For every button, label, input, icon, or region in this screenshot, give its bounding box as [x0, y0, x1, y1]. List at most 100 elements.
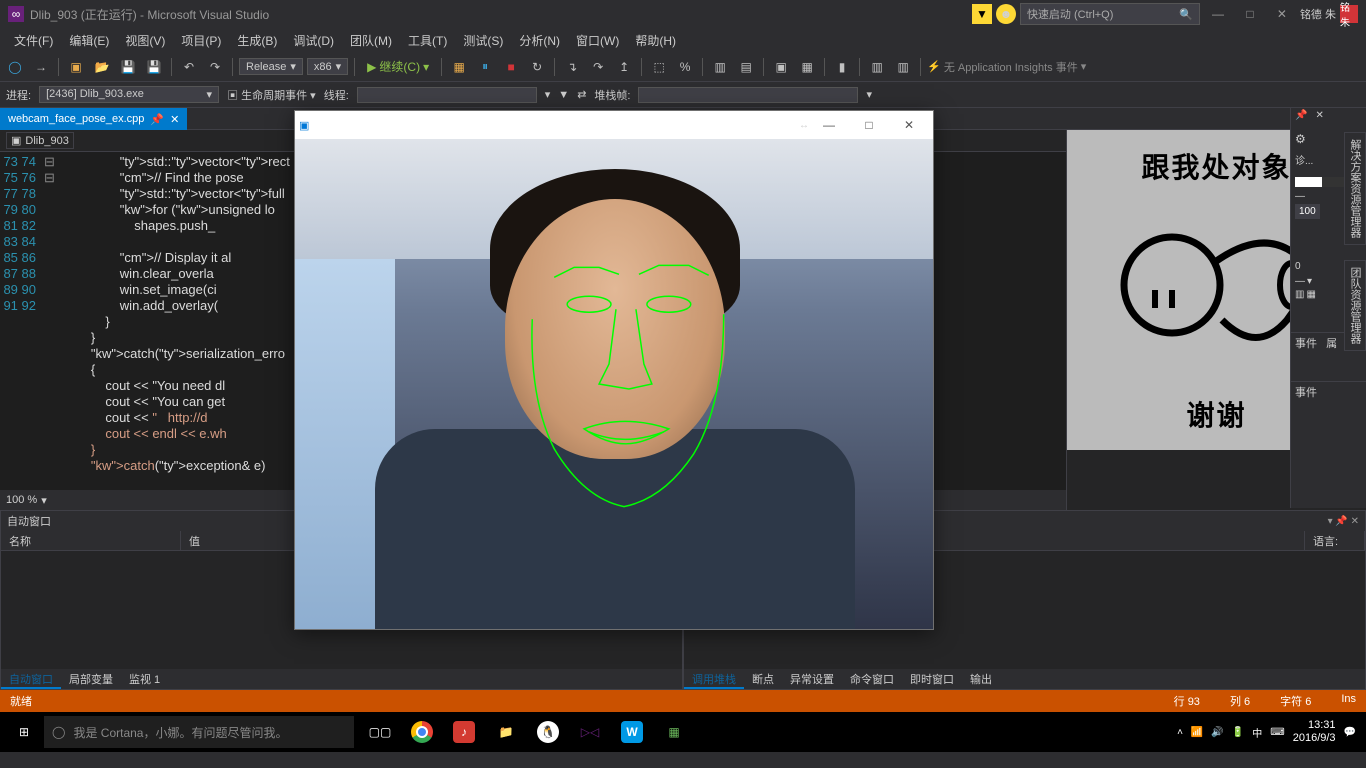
webcam-minimize[interactable]: — [809, 112, 849, 138]
tab-close-icon[interactable]: ✕ [170, 113, 179, 126]
col-name[interactable]: 名称 [1, 531, 181, 550]
fr-pin[interactable]: 📌 [1291, 108, 1311, 128]
webcam-titlebar[interactable]: ▣ ↔ — □ ✕ [295, 111, 933, 139]
cs-pin-icons[interactable]: ▾ 📌 ✕ [1328, 516, 1359, 527]
tab-autos[interactable]: 自动窗口 [1, 669, 61, 689]
webcam-close[interactable]: ✕ [889, 112, 929, 138]
tb-icon-d[interactable]: ▤ [735, 56, 757, 78]
new-project-icon[interactable]: ▣ [65, 56, 87, 78]
step-into-icon[interactable]: ↴ [561, 56, 583, 78]
tab-command[interactable]: 命令窗口 [842, 669, 902, 689]
tab-callstack[interactable]: 调用堆栈 [684, 669, 744, 689]
user-badge[interactable]: 铭朱 [1340, 5, 1358, 23]
filter-icon[interactable]: ▼ [558, 89, 569, 101]
feedback-icon[interactable]: ☻ [996, 4, 1016, 24]
tab-breakpoints[interactable]: 断点 [744, 669, 782, 689]
tab-output[interactable]: 输出 [962, 669, 1000, 689]
menu-file[interactable]: 文件(F) [6, 32, 61, 49]
menu-debug[interactable]: 调试(D) [285, 32, 342, 49]
webcam-maximize[interactable]: □ [849, 112, 889, 138]
restart-icon[interactable]: ↻ [526, 56, 548, 78]
nav-back-icon[interactable]: ◯ [4, 56, 26, 78]
redo-icon[interactable]: ↷ [204, 56, 226, 78]
tb-icon-c[interactable]: ▥ [709, 56, 731, 78]
tray-notif-icon[interactable]: 💬 [1344, 727, 1356, 738]
webcam-window[interactable]: ▣ ↔ — □ ✕ [294, 110, 934, 630]
fr-close[interactable]: ✕ [1311, 108, 1327, 128]
project-dropdown[interactable]: ▣ Dlib_903 [6, 132, 74, 149]
qq-icon[interactable]: 🐧 [528, 712, 568, 752]
netease-icon[interactable]: ♪ [444, 712, 484, 752]
prop-value[interactable]: 100 [1295, 204, 1320, 219]
pause-icon[interactable]: ⏸ [474, 56, 496, 78]
vs-icon-tb[interactable]: ▷◁ [570, 712, 610, 752]
system-tray[interactable]: ˄ 📶 🔊 🔋 中 ⌨ 13:31 2016/9/3 💬 [1171, 719, 1362, 745]
save-icon[interactable]: 💾 [117, 56, 139, 78]
col-lang[interactable]: 语言: [1305, 531, 1365, 550]
notification-flag-icon[interactable]: ▼ [972, 4, 992, 24]
lifecycle-button[interactable]: ▣ 生命周期事件 ▾ [227, 87, 316, 103]
app-insights-button[interactable]: ⚡ 无 Application Insights 事件 ▾ [927, 59, 1086, 75]
tray-ime-icon[interactable]: 中 [1252, 725, 1262, 740]
tab-watch[interactable]: 监视 1 [121, 669, 168, 689]
quick-launch-input[interactable]: 快速启动 (Ctrl+Q) 🔍 [1020, 3, 1200, 25]
cortana-search[interactable]: ◯ 我是 Cortana，小娜。有问题尽管问我。 [44, 716, 354, 748]
config-dropdown[interactable]: Release▾ [239, 58, 303, 75]
maximize-button[interactable]: □ [1236, 4, 1264, 24]
pin-icon[interactable]: 📌 [150, 113, 164, 126]
tray-vol-icon[interactable]: 🔊 [1211, 727, 1223, 738]
nav-forward-icon[interactable]: → [30, 56, 52, 78]
save-all-icon[interactable]: 💾 [143, 56, 165, 78]
webcam-resize-icon[interactable]: ↔ [799, 120, 809, 131]
stackframe-input[interactable] [638, 87, 858, 103]
menu-view[interactable]: 视图(V) [117, 32, 173, 49]
toggle-icon[interactable]: ⇄ [577, 88, 586, 101]
bookmark-icon[interactable]: ▮ [831, 56, 853, 78]
folder-icon[interactable]: 📁 [486, 712, 526, 752]
solution-explorer-tab[interactable]: 解决方案资源管理器 [1344, 132, 1366, 245]
tb-icon-e[interactable]: ▣ [770, 56, 792, 78]
tb-icon-g[interactable]: ▥ [866, 56, 888, 78]
tray-wifi-icon[interactable]: 📶 [1191, 727, 1203, 738]
thread-input[interactable] [357, 87, 537, 103]
platform-dropdown[interactable]: x86▾ [307, 58, 348, 75]
menu-help[interactable]: 帮助(H) [627, 32, 684, 49]
minimize-button[interactable]: — [1204, 4, 1232, 24]
menu-window[interactable]: 窗口(W) [568, 32, 627, 49]
open-icon[interactable]: 📂 [91, 56, 113, 78]
spreadsheet-icon[interactable]: ▦ [654, 712, 694, 752]
process-dropdown[interactable]: [2436] Dlib_903.exe▾ [39, 86, 219, 103]
tray-up-icon[interactable]: ˄ [1177, 727, 1183, 738]
tray-clock[interactable]: 13:31 2016/9/3 [1293, 719, 1336, 745]
tb-icon-a[interactable]: ⬚ [648, 56, 670, 78]
undo-icon[interactable]: ↶ [178, 56, 200, 78]
app-w-icon[interactable]: W [612, 712, 652, 752]
tb-icon-f[interactable]: ▦ [796, 56, 818, 78]
menu-tools[interactable]: 工具(T) [400, 32, 455, 49]
menu-build[interactable]: 生成(B) [229, 32, 285, 49]
stop-icon[interactable]: ■ [500, 56, 522, 78]
tb-icon-h[interactable]: ▥ [892, 56, 914, 78]
continue-button[interactable]: ▶ 继续(C) ▾ [361, 58, 435, 75]
step-out-icon[interactable]: ↥ [613, 56, 635, 78]
step-over-icon[interactable]: ↷ [587, 56, 609, 78]
chrome-icon[interactable] [402, 712, 442, 752]
close-button[interactable]: ✕ [1268, 4, 1296, 24]
taskview-icon[interactable]: ▢▢ [360, 712, 400, 752]
menu-analyze[interactable]: 分析(N) [511, 32, 568, 49]
tab-locals[interactable]: 局部变量 [61, 669, 121, 689]
tray-battery-icon[interactable]: 🔋 [1232, 727, 1244, 738]
menu-test[interactable]: 测试(S) [455, 32, 511, 49]
user-name[interactable]: 铭德 朱 [1300, 6, 1336, 22]
menu-team[interactable]: 团队(M) [342, 32, 400, 49]
tab-immediate[interactable]: 即时窗口 [902, 669, 962, 689]
start-button[interactable]: ⊞ [4, 712, 44, 752]
tray-keyboard-icon[interactable]: ⌨ [1270, 727, 1284, 738]
tb-icon-b[interactable]: % [674, 56, 696, 78]
menu-edit[interactable]: 编辑(E) [61, 32, 117, 49]
fold-gutter[interactable]: ⊟ ⊟ [44, 152, 58, 490]
events-section2[interactable]: 事件 [1291, 381, 1366, 402]
menu-project[interactable]: 项目(P) [173, 32, 229, 49]
team-explorer-tab[interactable]: 团队资源管理器 [1344, 260, 1366, 351]
tab-exceptions[interactable]: 异常设置 [782, 669, 842, 689]
